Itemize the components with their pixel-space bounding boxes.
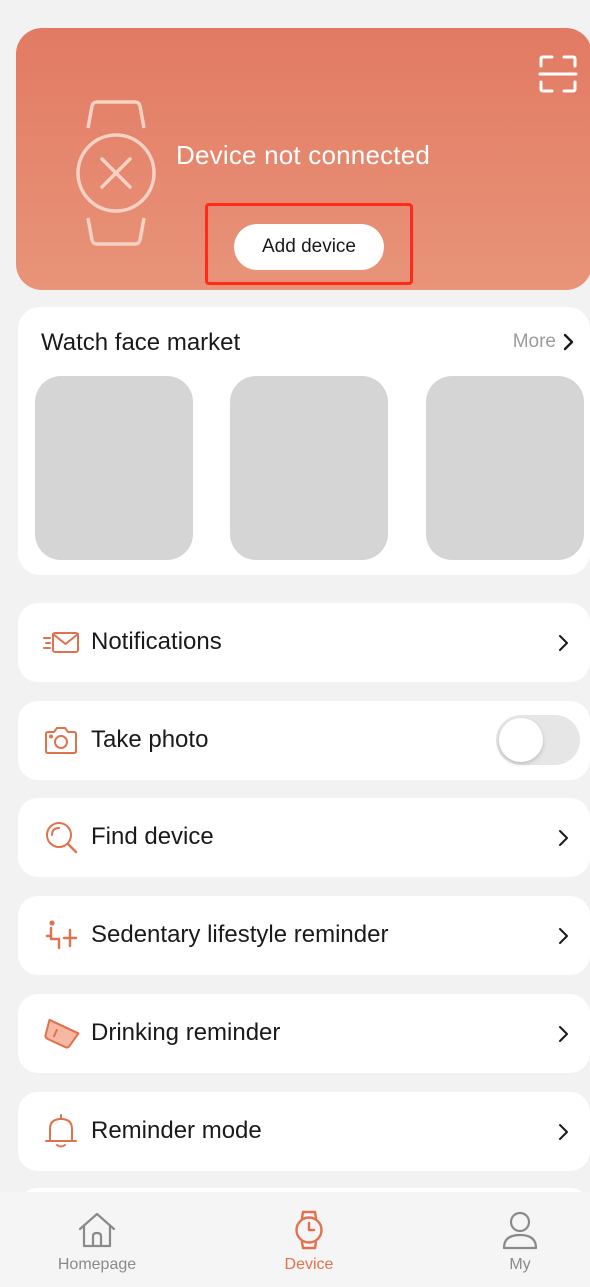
connection-status-text: Device not connected bbox=[176, 140, 431, 170]
home-icon bbox=[78, 1212, 116, 1248]
sitting-person-icon bbox=[45, 920, 78, 950]
add-device-button[interactable]: Add device bbox=[234, 224, 384, 270]
menu-item-take-photo: Take photo bbox=[18, 701, 590, 780]
tab-label: Homepage bbox=[57, 1256, 137, 1273]
cup-icon bbox=[44, 1018, 80, 1049]
tab-label: My bbox=[509, 1256, 531, 1273]
device-page: Device not connected Add device Watch fa… bbox=[0, 0, 590, 1287]
chevron-right-icon bbox=[559, 635, 568, 651]
take-photo-toggle[interactable] bbox=[496, 715, 580, 765]
chevron-right-icon bbox=[559, 1026, 568, 1042]
menu-item-find-device[interactable]: Find device bbox=[18, 798, 590, 877]
watch-face-thumbnail[interactable] bbox=[35, 376, 193, 560]
menu-item-label: Notifications bbox=[91, 628, 222, 655]
menu-item-label: Take photo bbox=[91, 726, 209, 753]
person-icon bbox=[502, 1211, 538, 1250]
toggle-knob bbox=[499, 718, 543, 762]
menu-item-notifications[interactable]: Notifications bbox=[18, 603, 590, 682]
tab-my[interactable]: My bbox=[450, 1192, 590, 1287]
menu-item-sedentary-reminder[interactable]: Sedentary lifestyle reminder bbox=[18, 896, 590, 975]
camera-icon bbox=[45, 727, 77, 754]
menu-item-label: Reminder mode bbox=[91, 1117, 262, 1144]
more-label: More bbox=[512, 331, 556, 352]
more-link[interactable]: More bbox=[513, 331, 576, 353]
disconnected-watch-icon bbox=[76, 100, 156, 246]
menu-item-label: Find device bbox=[91, 823, 214, 850]
watch-face-thumbnail[interactable] bbox=[230, 376, 388, 560]
watch-icon bbox=[295, 1210, 323, 1250]
envelope-icon bbox=[43, 632, 79, 653]
chevron-right-icon bbox=[559, 928, 568, 944]
market-title: Watch face market bbox=[41, 329, 241, 356]
menu-item-label: Sedentary lifestyle reminder bbox=[91, 921, 389, 948]
watch-face-thumbnail[interactable] bbox=[426, 376, 584, 560]
tab-homepage[interactable]: Homepage bbox=[27, 1192, 167, 1287]
device-status-card: Device not connected Add device bbox=[16, 28, 590, 290]
menu-item-drinking-reminder[interactable]: Drinking reminder bbox=[18, 994, 590, 1073]
scan-icon[interactable] bbox=[538, 54, 578, 94]
bell-icon bbox=[45, 1114, 77, 1148]
chevron-right-icon bbox=[559, 830, 568, 846]
menu-item-label: Drinking reminder bbox=[91, 1019, 281, 1046]
bottom-tab-bar: Homepage Device My bbox=[0, 1192, 590, 1287]
chevron-right-icon bbox=[559, 1124, 568, 1140]
tab-label: Device bbox=[284, 1256, 334, 1273]
tab-device[interactable]: Device bbox=[239, 1192, 379, 1287]
magnifier-icon bbox=[46, 822, 78, 854]
chevron-right-icon bbox=[563, 333, 574, 351]
menu-item-reminder-mode[interactable]: Reminder mode bbox=[18, 1092, 590, 1171]
watch-face-market: Watch face market More bbox=[18, 307, 590, 575]
